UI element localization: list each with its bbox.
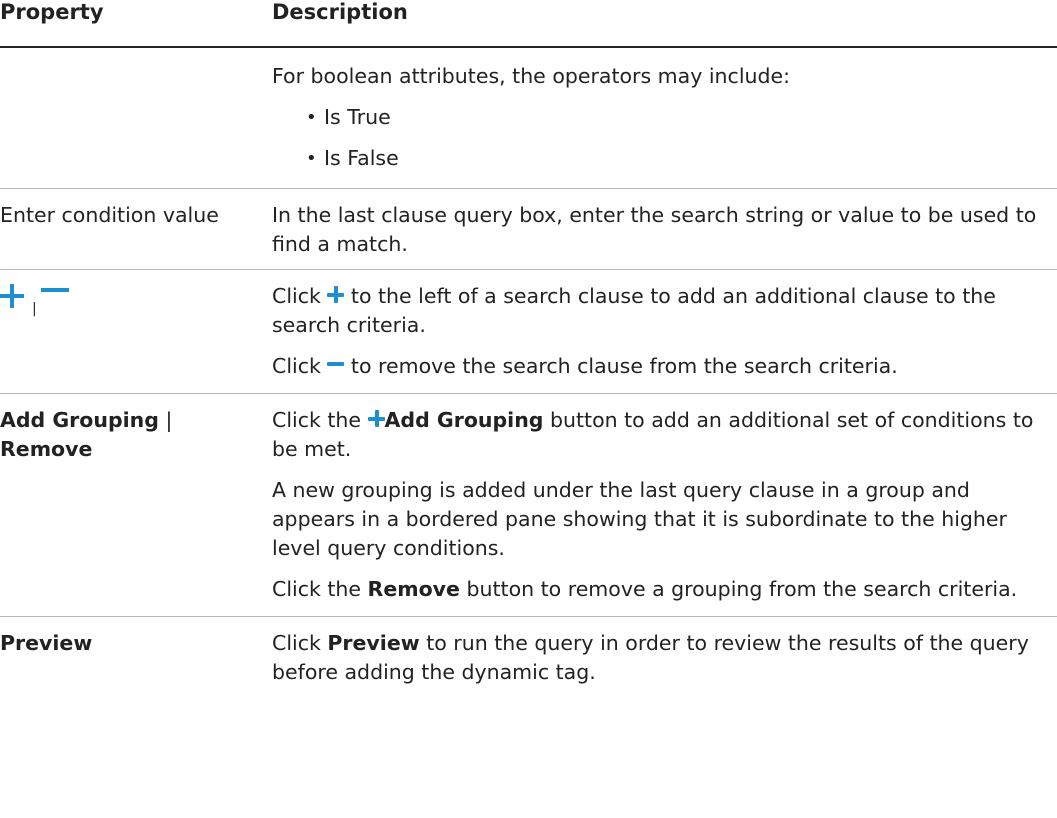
header-description: Description xyxy=(272,0,1057,48)
description-cell: For boolean attributes, the operators ma… xyxy=(272,47,1057,189)
remove-clause-text: Click to remove the search clause from t… xyxy=(272,352,1057,381)
plus-icon xyxy=(327,286,345,303)
preview-text: Click Preview to run the query in order … xyxy=(272,629,1057,687)
text-fragment: to the left of a search clause to add an… xyxy=(272,284,996,337)
table-row-grouping: Add Grouping | Remove Click the Add Grou… xyxy=(0,393,1057,617)
text-fragment: Click xyxy=(272,631,321,655)
text-fragment: to remove the search clause from the sea… xyxy=(350,354,898,378)
table-row-boolean-operators: For boolean attributes, the operators ma… xyxy=(0,47,1057,189)
property-cell: Add Grouping | Remove xyxy=(0,393,272,617)
property-separator: | xyxy=(158,408,173,432)
property-cell-empty xyxy=(0,47,272,189)
text-fragment: button to remove a grouping from the sea… xyxy=(466,577,1018,601)
grouping-detail-text: A new grouping is added under the last q… xyxy=(272,478,1007,560)
separator: | xyxy=(32,301,37,317)
description-cell: Click the Add Grouping button to add an … xyxy=(272,393,1057,617)
table-row-plus-minus: | Click to the left of a search clause t… xyxy=(0,269,1057,394)
add-grouping-text: Click the Add Grouping button to add an … xyxy=(272,406,1057,464)
text-fragment: Click xyxy=(272,354,321,378)
property-cell: Enter condition value xyxy=(0,188,272,270)
boolean-operators-list: Is True Is False xyxy=(272,103,1057,173)
text-fragment-bold: Remove xyxy=(367,577,460,601)
property-table: Property Description For boolean attribu… xyxy=(0,0,1057,697)
header-property: Property xyxy=(0,0,272,48)
list-item: Is True xyxy=(304,103,1057,132)
minus-icon xyxy=(327,356,345,373)
text-fragment: Click the xyxy=(272,577,362,601)
plus-icon xyxy=(0,284,24,308)
property-add-grouping: Add Grouping xyxy=(0,408,159,432)
description-cell: Click Preview to run the query in order … xyxy=(272,617,1057,698)
property-cell-icons: | xyxy=(0,269,272,394)
plus-icon xyxy=(367,410,385,427)
condition-value-text: In the last clause query box, enter the … xyxy=(272,203,1037,256)
list-item: Is False xyxy=(304,144,1057,173)
text-fragment: Click the xyxy=(272,408,362,432)
text-fragment-bold: Add Grouping xyxy=(384,408,544,432)
boolean-intro-text: For boolean attributes, the operators ma… xyxy=(272,64,791,88)
property-cell: Preview xyxy=(0,631,93,655)
description-cell: In the last clause query box, enter the … xyxy=(272,188,1057,270)
text-fragment: Click xyxy=(272,284,321,308)
description-cell: Click to the left of a search clause to … xyxy=(272,269,1057,394)
property-remove: Remove xyxy=(0,437,93,461)
minus-icon xyxy=(40,284,69,308)
table-row-condition-value: Enter condition value In the last clause… xyxy=(0,188,1057,270)
remove-grouping-text: Click the Remove button to remove a grou… xyxy=(272,575,1057,604)
add-clause-text: Click to the left of a search clause to … xyxy=(272,282,1057,340)
table-header-row: Property Description xyxy=(0,0,1057,48)
text-fragment-bold: Preview xyxy=(327,631,420,655)
table-row-preview: Preview Click Preview to run the query i… xyxy=(0,617,1057,698)
